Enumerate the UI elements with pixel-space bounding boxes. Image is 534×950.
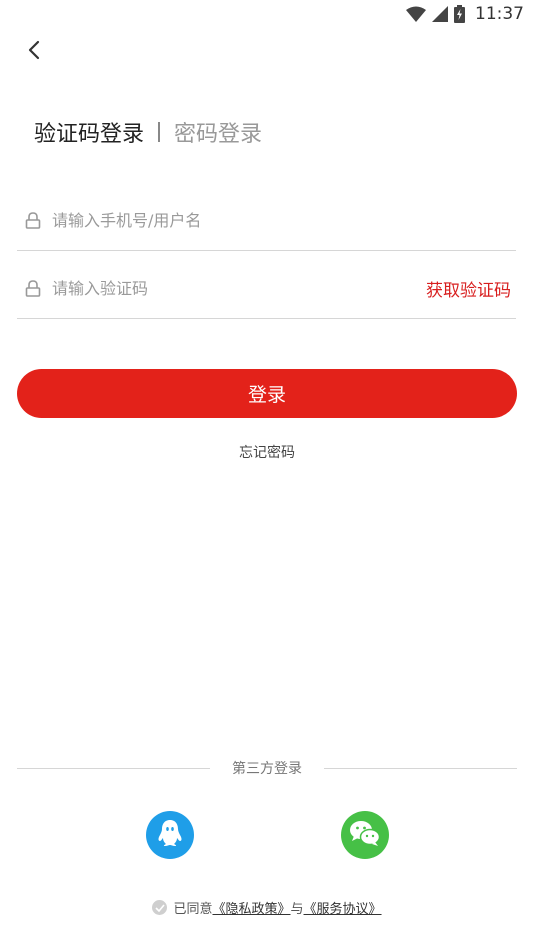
qq-login-button[interactable]	[146, 811, 194, 859]
wechat-icon	[349, 819, 381, 851]
back-button[interactable]	[20, 38, 48, 66]
battery-charging-icon	[454, 5, 465, 23]
agree-checkbox[interactable]	[152, 900, 168, 915]
privacy-policy-link[interactable]: 《隐私政策》	[212, 898, 290, 917]
agreement-conjunction: 与	[290, 902, 304, 917]
wechat-login-button[interactable]	[341, 811, 389, 859]
forgot-password-link[interactable]: 忘记密码	[239, 445, 295, 461]
status-bar: 11:37	[0, 0, 534, 28]
third-party-divider: 第三方登录	[17, 757, 517, 779]
divider-line	[17, 767, 210, 769]
third-party-title: 第三方登录	[232, 761, 302, 777]
phone-input[interactable]	[52, 200, 516, 241]
chevron-left-icon	[27, 40, 41, 64]
code-field-row: 获取验证码	[17, 259, 516, 319]
forgot-password-row: 忘记密码	[0, 442, 534, 462]
signal-icon	[432, 6, 448, 22]
agreement-row: 已同意 《隐私政策》 与 《服务协议》	[0, 898, 534, 917]
divider-line	[324, 767, 517, 769]
lock-icon	[23, 211, 43, 231]
tab-sms-login[interactable]: 验证码登录	[34, 116, 144, 148]
tab-password-login[interactable]: 密码登录	[174, 116, 262, 148]
tab-divider	[158, 122, 161, 142]
service-agreement-link[interactable]: 《服务协议》	[304, 898, 382, 917]
get-code-button[interactable]: 获取验证码	[426, 276, 511, 301]
login-mode-tabs: 验证码登录 密码登录	[34, 115, 262, 149]
agreement-prefix: 已同意	[173, 902, 213, 917]
lock-icon	[23, 279, 43, 299]
login-button[interactable]: 登录	[17, 369, 517, 418]
status-icons: 11:37	[406, 4, 524, 24]
status-time: 11:37	[475, 4, 524, 24]
phone-field-row	[17, 191, 516, 251]
code-input[interactable]	[52, 268, 426, 309]
qq-icon	[156, 818, 184, 852]
wifi-icon	[406, 6, 426, 22]
